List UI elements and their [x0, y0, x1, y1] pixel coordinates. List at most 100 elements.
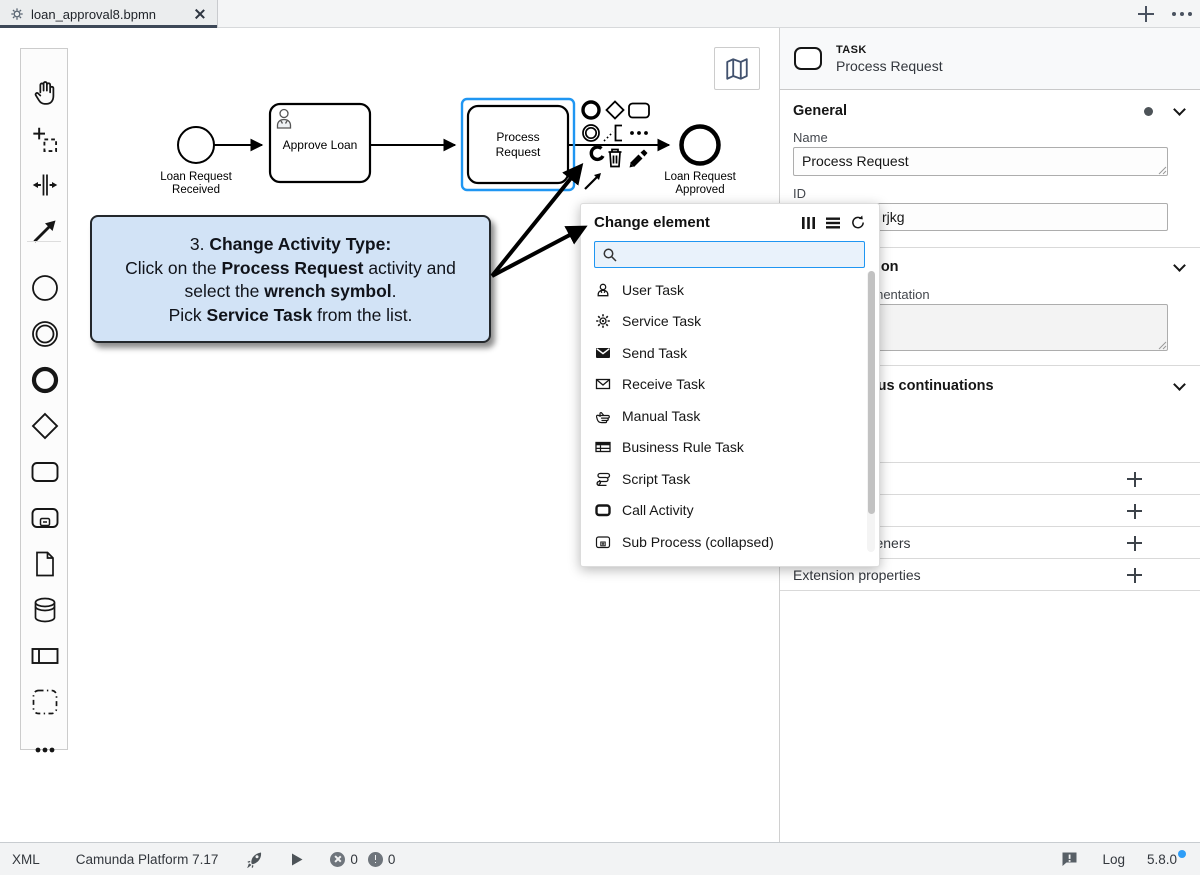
- refresh-icon[interactable]: [850, 215, 866, 230]
- bpmn-palette: [20, 48, 68, 750]
- menu-item-manual-task[interactable]: Manual Task: [581, 400, 879, 432]
- properties-panel-header: TASK Process Request: [780, 28, 1200, 90]
- popup-scrollbar-thumb[interactable]: [868, 271, 875, 514]
- create-task[interactable]: [31, 458, 59, 486]
- lasso-tool[interactable]: [31, 126, 59, 154]
- tab-bar: loan_approval8.bpmn: [0, 0, 1200, 28]
- columns-view-icon[interactable]: [801, 216, 816, 230]
- popup-title: Change element: [594, 214, 792, 231]
- data-store-icon: [31, 596, 59, 624]
- menu-item-sub-process-collapsed[interactable]: Sub Process (collapsed): [581, 526, 879, 558]
- new-tab-icon[interactable]: [1138, 6, 1154, 22]
- menu-item-service-task[interactable]: Service Task: [581, 306, 879, 338]
- subprocess-icon: [31, 504, 59, 532]
- name-input[interactable]: Process Request: [793, 147, 1168, 176]
- start-event-icon: [31, 274, 59, 302]
- instruction-line-4: Pick Service Task from the list.: [92, 304, 489, 328]
- bpmn-file-gear-icon: [10, 7, 24, 21]
- add-entry-icon[interactable]: [1127, 568, 1142, 583]
- chevron-down-icon: [1173, 103, 1186, 116]
- call-activity-icon: [595, 502, 611, 518]
- error-icon: [330, 852, 345, 867]
- create-end-event[interactable]: [31, 366, 59, 394]
- receive-task-icon: [595, 376, 611, 392]
- menu-item-receive-task[interactable]: Receive Task: [581, 369, 879, 401]
- tab-title: loan_approval8.bpmn: [31, 7, 186, 22]
- id-value-visible: rjkg: [882, 209, 905, 225]
- create-data-store[interactable]: [31, 596, 59, 624]
- hand-icon: [31, 79, 59, 107]
- search-input[interactable]: [623, 247, 853, 262]
- menu-item-call-activity[interactable]: Call Activity: [581, 495, 879, 527]
- business-rule-task-icon: [595, 439, 611, 455]
- user-task-icon: [595, 282, 611, 298]
- group-icon: [31, 688, 59, 716]
- service-task-icon: [595, 313, 611, 329]
- id-field-label: ID: [793, 186, 806, 201]
- create-intermediate-event[interactable]: [31, 320, 59, 348]
- task-shape-icon: [794, 47, 822, 70]
- close-tab-icon[interactable]: [193, 7, 207, 21]
- intermediate-event-icon: [31, 320, 59, 348]
- participant-icon: [31, 642, 59, 670]
- script-task-icon: [595, 471, 611, 487]
- menu-item-business-rule-task[interactable]: Business Rule Task: [581, 432, 879, 464]
- popup-scrollbar[interactable]: [867, 271, 875, 552]
- create-start-event[interactable]: [31, 274, 59, 302]
- instruction-line-1: 3. Change Activity Type:: [92, 233, 489, 257]
- chevron-down-icon: [1173, 259, 1186, 272]
- deploy-rocket-icon[interactable]: [246, 850, 264, 868]
- list-view-icon[interactable]: [825, 216, 841, 230]
- lasso-icon: [31, 126, 59, 154]
- minimap-toggle-button[interactable]: [714, 47, 760, 90]
- create-group[interactable]: [31, 688, 59, 716]
- menu-item-script-task[interactable]: Script Task: [581, 463, 879, 495]
- create-data-object[interactable]: [31, 550, 59, 578]
- update-available-dot: [1178, 850, 1186, 858]
- app-version[interactable]: 5.8.0: [1147, 852, 1177, 867]
- map-icon: [724, 57, 750, 81]
- tutorial-instruction-box: 3. Change Activity Type: Click on the Pr…: [90, 215, 491, 343]
- instruction-line-3: select the wrench symbol.: [92, 280, 489, 304]
- instruction-line-2: Click on the Process Request activity an…: [92, 257, 489, 281]
- palette-more-tools[interactable]: [31, 737, 59, 765]
- manual-task-icon: [595, 408, 611, 424]
- data-object-icon: [31, 550, 59, 578]
- start-instance-play-icon[interactable]: [290, 852, 304, 867]
- camunda-modeler-window: loan_approval8.bpmn Loan Request Receive…: [0, 0, 1200, 875]
- group-modified-dot: [1144, 107, 1153, 116]
- search-icon: [602, 247, 618, 263]
- element-type-label: TASK: [836, 44, 943, 56]
- menu-item-send-task[interactable]: Send Task: [581, 337, 879, 369]
- add-entry-icon[interactable]: [1127, 504, 1142, 519]
- feedback-icon[interactable]: [1061, 851, 1078, 867]
- create-gateway[interactable]: [31, 412, 59, 440]
- create-participant[interactable]: [31, 642, 59, 670]
- log-toggle-button[interactable]: Log: [1102, 852, 1125, 867]
- engine-version-button[interactable]: Camunda Platform 7.17: [76, 852, 219, 867]
- xml-toggle-button[interactable]: XML: [12, 852, 40, 867]
- element-name-label: Process Request: [836, 58, 943, 74]
- more-options-icon[interactable]: [1172, 12, 1192, 16]
- warning-count[interactable]: 0: [368, 852, 396, 867]
- add-entry-icon[interactable]: [1127, 536, 1142, 551]
- end-event-icon: [31, 366, 59, 394]
- task-icon: [31, 458, 59, 486]
- popup-search: [594, 241, 865, 268]
- ellipsis-icon: [31, 737, 59, 765]
- change-element-popup: Change element: [580, 203, 880, 567]
- send-task-icon: [595, 345, 611, 361]
- create-subprocess[interactable]: [31, 504, 59, 532]
- hand-tool[interactable]: [31, 79, 59, 107]
- status-bar: XML Camunda Platform 7.17 0 0: [0, 842, 1200, 875]
- space-tool[interactable]: [31, 171, 59, 199]
- menu-item-user-task[interactable]: User Task: [581, 274, 879, 306]
- popup-item-list: User Task Service Task: [581, 274, 879, 558]
- space-tool-icon: [31, 171, 59, 199]
- group-general[interactable]: General: [780, 96, 1200, 126]
- name-field-label: Name: [793, 130, 828, 145]
- add-entry-icon[interactable]: [1127, 472, 1142, 487]
- chevron-down-icon: [1173, 378, 1186, 391]
- error-count[interactable]: 0: [330, 852, 358, 867]
- tab-loan-approval8[interactable]: loan_approval8.bpmn: [0, 0, 218, 28]
